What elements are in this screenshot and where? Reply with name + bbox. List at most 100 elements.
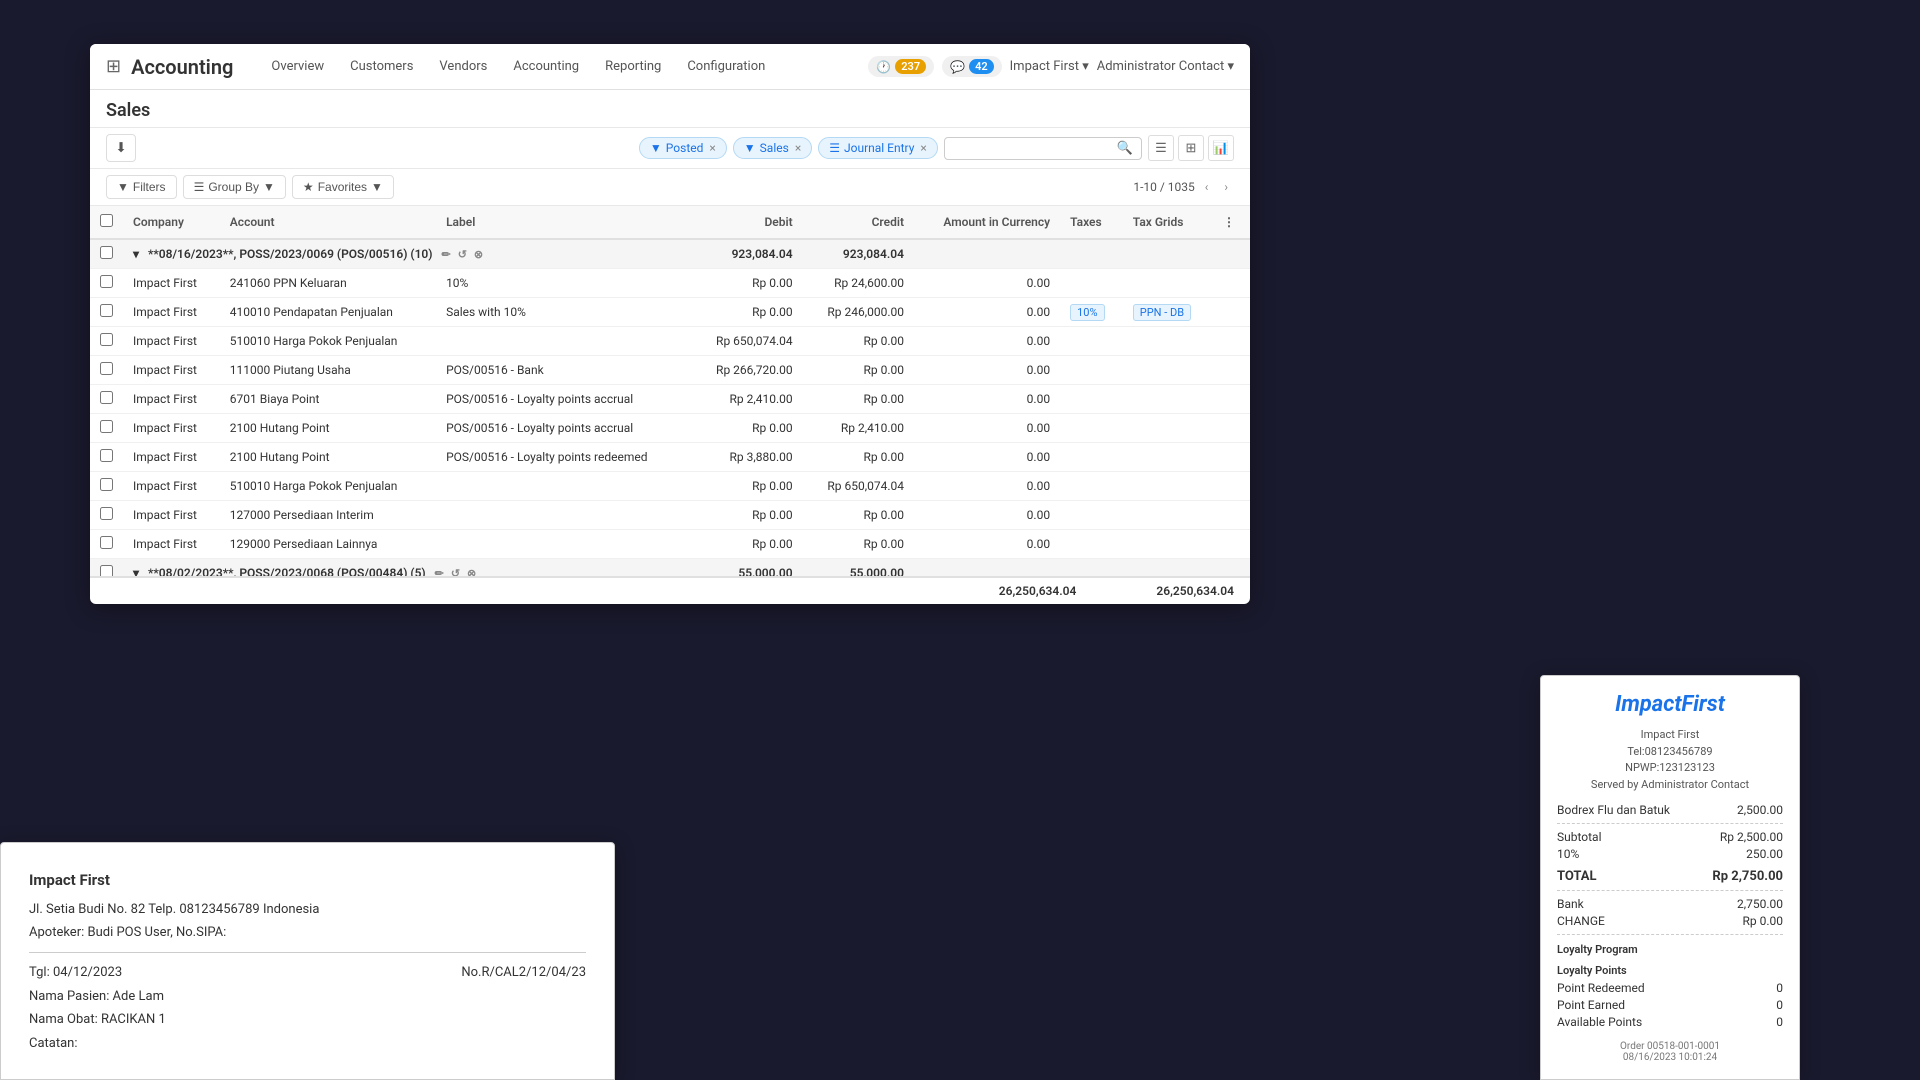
company-cell: Impact First	[123, 530, 220, 559]
nav-reporting[interactable]: Reporting	[593, 53, 673, 80]
row-checkbox[interactable]	[100, 304, 113, 317]
search-icon[interactable]: 🔍	[1117, 141, 1133, 156]
filter-sales[interactable]: ▼ Sales ×	[733, 137, 812, 159]
edit-icon-1[interactable]: ✏	[441, 248, 450, 261]
receipt-date: Tgl: 04/12/2023	[29, 961, 122, 984]
grid-view-button[interactable]: ⊞	[1178, 135, 1204, 161]
list-view-button[interactable]: ☰	[1148, 135, 1174, 161]
tax-grids-cell	[1123, 327, 1213, 356]
row-checkbox-cell[interactable]	[90, 414, 123, 443]
download-button[interactable]: ⬇	[106, 134, 136, 162]
row-checkbox-cell[interactable]	[90, 443, 123, 472]
row-checkbox-cell[interactable]	[90, 501, 123, 530]
label-cell: POS/00516 - Loyalty points accrual	[436, 385, 691, 414]
label-cell: 10%	[436, 269, 691, 298]
edit-icon-1[interactable]: ✏	[435, 567, 444, 576]
row-checkbox[interactable]	[100, 333, 113, 346]
group-checkbox-cell[interactable]	[90, 239, 123, 269]
nav-accounting[interactable]: Accounting	[501, 53, 591, 80]
row-checkbox-cell[interactable]	[90, 472, 123, 501]
prev-page-button[interactable]: ‹	[1199, 178, 1215, 196]
chart-view-button[interactable]: 📊	[1208, 135, 1234, 161]
row-checkbox[interactable]	[100, 507, 113, 520]
taxes-header[interactable]: Taxes	[1060, 206, 1123, 239]
nav-vendors[interactable]: Vendors	[427, 53, 499, 80]
receipt-bank-line: Bank 2,750.00	[1557, 897, 1783, 911]
taxes-cell	[1060, 385, 1123, 414]
company-header[interactable]: Company	[123, 206, 220, 239]
credit-header[interactable]: Credit	[803, 206, 914, 239]
clock-badge[interactable]: 🕐 237	[868, 56, 934, 77]
favorites-button[interactable]: ★ Favorites ▼	[292, 175, 394, 199]
table-row: Impact First 241060 PPN Keluaran 10% Rp …	[90, 269, 1250, 298]
taxes-cell: 10%	[1060, 298, 1123, 327]
receipt-subtotal-line: Subtotal Rp 2,500.00	[1557, 830, 1783, 844]
refresh-icon[interactable]: ↺	[458, 248, 467, 261]
tax-grids-cell	[1123, 530, 1213, 559]
collapse-icon[interactable]: ▾	[133, 247, 139, 261]
select-all-checkbox[interactable]	[100, 214, 113, 227]
point-earned-label: Point Earned	[1557, 998, 1625, 1012]
chat-badge[interactable]: 💬 42	[942, 56, 1002, 77]
row-checkbox[interactable]	[100, 391, 113, 404]
company-selector[interactable]: Impact First ▾	[1010, 59, 1089, 74]
nav-configuration[interactable]: Configuration	[675, 53, 777, 80]
group-by-button[interactable]: ☰ Group By ▼	[183, 175, 286, 199]
row-checkbox[interactable]	[100, 536, 113, 549]
row-checkbox[interactable]	[100, 275, 113, 288]
row-checkbox-cell[interactable]	[90, 269, 123, 298]
remove-posted-filter[interactable]: ×	[709, 141, 715, 155]
receipt-change-label: CHANGE	[1557, 914, 1605, 928]
amount-cell: 0.00	[914, 472, 1060, 501]
close-icon[interactable]: ⊗	[467, 567, 476, 576]
debit-header[interactable]: Debit	[691, 206, 802, 239]
company-cell: Impact First	[123, 327, 220, 356]
user-selector[interactable]: Administrator Contact ▾	[1097, 59, 1234, 74]
row-checkbox[interactable]	[100, 420, 113, 433]
row-checkbox-cell[interactable]	[90, 327, 123, 356]
account-cell: 241060 PPN Keluaran	[220, 269, 436, 298]
credit-cell: Rp 2,410.00	[803, 414, 914, 443]
label-header[interactable]: Label	[436, 206, 691, 239]
remove-journal-filter[interactable]: ×	[920, 141, 926, 155]
row-checkbox-cell[interactable]	[90, 530, 123, 559]
company-cell: Impact First	[123, 298, 220, 327]
row-checkbox[interactable]	[100, 449, 113, 462]
receipt-order-no: Order 00518-001-0001	[1557, 1041, 1783, 1052]
company-dropdown-icon: ▾	[1082, 59, 1089, 74]
filters-button[interactable]: ▼ Filters	[106, 175, 177, 199]
row-checkbox-cell[interactable]	[90, 385, 123, 414]
filter-posted[interactable]: ▼ Posted ×	[639, 137, 727, 159]
account-header[interactable]: Account	[220, 206, 436, 239]
refresh-icon[interactable]: ↺	[451, 567, 460, 576]
group-checkbox[interactable]	[100, 565, 113, 576]
row-checkbox[interactable]	[100, 362, 113, 375]
select-all-header[interactable]	[90, 206, 123, 239]
grid-icon[interactable]: ⊞	[106, 56, 121, 77]
tax-grids-cell	[1123, 443, 1213, 472]
close-icon[interactable]: ⊗	[474, 248, 483, 261]
amount-cell: 0.00	[914, 269, 1060, 298]
filter-icon: ▼	[650, 141, 662, 155]
group-checkbox[interactable]	[100, 246, 113, 259]
top-nav: ⊞ Accounting Overview Customers Vendors …	[90, 44, 1250, 90]
grand-total-credit: 26,250,634.04	[1156, 584, 1234, 598]
amount-currency-header[interactable]: Amount in Currency	[914, 206, 1060, 239]
account-cell: 127000 Persediaan Interim	[220, 501, 436, 530]
tax-grids-header[interactable]: Tax Grids	[1123, 206, 1213, 239]
table-body: ▾ **08/16/2023**, POSS/2023/0069 (POS/00…	[90, 239, 1250, 576]
next-page-button[interactable]: ›	[1218, 178, 1234, 196]
table-row: Impact First 6701 Biaya Point POS/00516 …	[90, 385, 1250, 414]
receipt-div3	[1557, 934, 1783, 935]
remove-sales-filter[interactable]: ×	[795, 141, 801, 155]
row-checkbox[interactable]	[100, 478, 113, 491]
search-box[interactable]: 🔍	[944, 137, 1142, 160]
nav-overview[interactable]: Overview	[259, 53, 336, 80]
collapse-icon[interactable]: ▾	[133, 566, 139, 576]
row-checkbox-cell[interactable]	[90, 298, 123, 327]
search-input[interactable]	[953, 141, 1113, 156]
row-checkbox-cell[interactable]	[90, 356, 123, 385]
group-checkbox-cell[interactable]	[90, 559, 123, 577]
nav-customers[interactable]: Customers	[338, 53, 425, 80]
filter-journal-entry[interactable]: ☰ Journal Entry ×	[818, 137, 938, 159]
